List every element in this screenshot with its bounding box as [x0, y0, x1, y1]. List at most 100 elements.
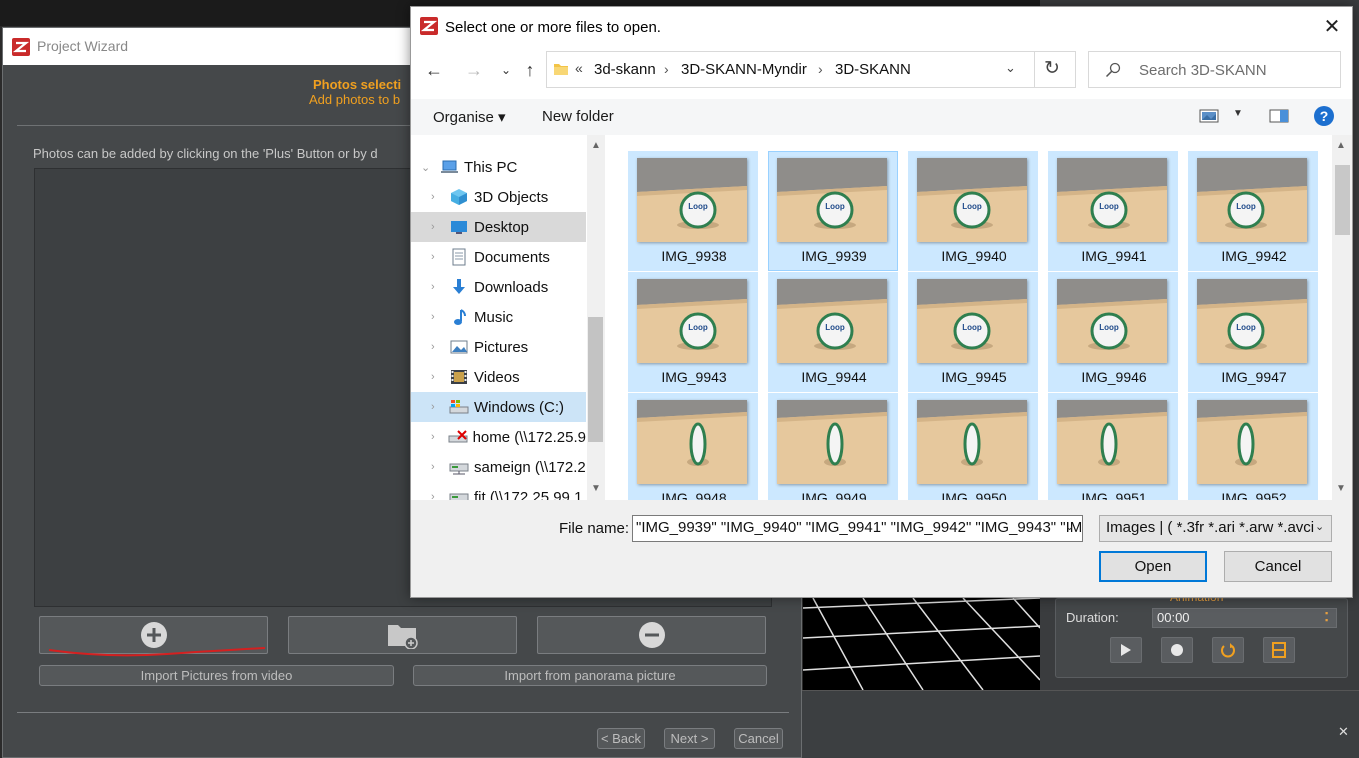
duration-spinner-icon[interactable]: ▪ ▪	[1325, 609, 1328, 625]
scroll-down-arrow-icon[interactable]: ▼	[1336, 483, 1346, 494]
forward-arrow-icon[interactable]: →	[459, 55, 489, 85]
nav-item[interactable]: › Pictures	[411, 332, 586, 362]
file-item[interactable]: Loop IMG_9938	[628, 151, 758, 271]
file-item[interactable]: IMG_9951	[1048, 393, 1178, 500]
scroll-up-arrow-icon[interactable]: ▲	[1336, 140, 1346, 151]
view-options-icon[interactable]	[1199, 108, 1219, 124]
record-button[interactable]	[1161, 637, 1193, 663]
loop-icon	[1221, 643, 1235, 658]
breadcrumb-segment[interactable]: 3d-skann	[594, 61, 656, 78]
file-item[interactable]: IMG_9949	[768, 393, 898, 500]
file-item[interactable]: IMG_9952	[1188, 393, 1318, 500]
close-icon[interactable]: ✕	[1317, 11, 1347, 41]
add-folder-button[interactable]	[288, 616, 517, 654]
remove-photos-button[interactable]	[537, 616, 766, 654]
svg-text:Loop: Loop	[825, 202, 845, 211]
dialog-title-bar: Select one or more files to open. ✕	[411, 7, 1352, 47]
chevron-right-icon[interactable]: ›	[431, 371, 445, 383]
file-name-label: IMG_9946	[1081, 369, 1147, 385]
view-dropdown-icon[interactable]: ▼	[1233, 108, 1243, 119]
play-button[interactable]	[1110, 637, 1142, 663]
import-from-panorama-button[interactable]: Import from panorama picture	[413, 665, 767, 686]
chevron-right-icon[interactable]: ›	[431, 401, 445, 413]
file-item[interactable]: Loop IMG_9940	[908, 151, 1038, 271]
chevron-right-icon[interactable]: ›	[431, 491, 445, 500]
address-dropdown-icon[interactable]: ⌄	[1005, 60, 1016, 76]
chevron-right-icon[interactable]: ›	[431, 191, 445, 203]
file-item[interactable]: IMG_9950	[908, 393, 1038, 500]
breadcrumb-separator-icon[interactable]: ›	[818, 61, 823, 77]
breadcrumb-segment[interactable]: 3D-SKANN-Myndir	[681, 61, 807, 78]
nav-item[interactable]: › Videos	[411, 362, 586, 392]
nav-item-label: Downloads	[474, 278, 549, 296]
up-arrow-icon[interactable]: ↑	[515, 55, 545, 85]
chevron-right-icon[interactable]: ›	[431, 341, 445, 353]
chevron-down-icon[interactable]: ⌄	[1065, 520, 1074, 533]
file-item[interactable]: Loop IMG_9939	[768, 151, 898, 271]
chevron-right-icon[interactable]: ›	[431, 221, 445, 233]
nav-item[interactable]: › 3D Objects	[411, 182, 586, 212]
breadcrumb-segment[interactable]: 3D-SKANN	[835, 61, 911, 78]
nav-item[interactable]: › home (\\172.25.9	[411, 422, 586, 452]
new-folder-button[interactable]: New folder	[542, 108, 614, 125]
file-type-select[interactable]: Images | ( *.3fr *.ari *.arw *.avci	[1099, 515, 1332, 542]
chevron-down-icon[interactable]: ⌄	[1315, 520, 1324, 533]
save-animation-button[interactable]	[1263, 637, 1295, 663]
file-item[interactable]: IMG_9948	[628, 393, 758, 500]
file-list-pane[interactable]: Loop IMG_9938 Loop IMG_9939 Loop IMG_9940 Loop…	[624, 135, 1332, 500]
file-item[interactable]: Loop IMG_9942	[1188, 151, 1318, 271]
preview-pane-icon[interactable]	[1269, 108, 1289, 124]
file-item[interactable]: Loop IMG_9944	[768, 272, 898, 392]
chevron-right-icon[interactable]: ›	[431, 281, 445, 293]
navigation-pane[interactable]: ⌄ This PC › 3D Objects › Desktop › Documents › Do…	[411, 135, 606, 500]
loop-button[interactable]	[1212, 637, 1244, 663]
file-thumbnail: Loop	[1057, 158, 1167, 242]
file-thumbnail: Loop	[917, 279, 1027, 363]
scroll-up-arrow-icon[interactable]: ▲	[591, 140, 601, 151]
chevron-right-icon[interactable]: ›	[431, 251, 445, 263]
nav-item[interactable]: › Music	[411, 302, 586, 332]
nav-item[interactable]: › Windows (C:)	[411, 392, 586, 422]
nav-item[interactable]: ⌄ This PC	[411, 152, 586, 182]
nav-item[interactable]: › Desktop	[411, 212, 586, 242]
chevron-down-icon[interactable]: ⌄	[421, 161, 435, 174]
navigation-scrollbar-thumb[interactable]	[588, 317, 603, 442]
back-button[interactable]: < Back	[597, 728, 645, 749]
wizard-cancel-button[interactable]: Cancel	[734, 728, 783, 749]
file-item[interactable]: Loop IMG_9943	[628, 272, 758, 392]
file-item[interactable]: Loop IMG_9945	[908, 272, 1038, 392]
back-arrow-icon[interactable]: ←	[419, 55, 449, 85]
cancel-button[interactable]: Cancel	[1224, 551, 1332, 582]
breadcrumb-overflow[interactable]: «	[575, 60, 583, 76]
nav-item[interactable]: › Documents	[411, 242, 586, 272]
chevron-right-icon[interactable]: ›	[431, 461, 445, 473]
file-name-label: IMG_9951	[1081, 490, 1147, 500]
chevron-right-icon[interactable]: ›	[431, 311, 445, 323]
file-thumbnail: Loop	[637, 158, 747, 242]
file-item[interactable]: Loop IMG_9947	[1188, 272, 1318, 392]
3d-viewport[interactable]	[803, 598, 1040, 690]
open-button[interactable]: Open	[1099, 551, 1207, 582]
refresh-icon[interactable]: ↻	[1044, 57, 1060, 80]
organise-menu-button[interactable]: Organise ▾	[433, 108, 506, 126]
nav-item[interactable]: › Downloads	[411, 272, 586, 302]
file-name-input[interactable]: "IMG_9939" "IMG_9940" "IMG_9941" "IMG_99…	[632, 515, 1083, 542]
chevron-right-icon[interactable]: ›	[431, 431, 444, 443]
duration-field[interactable]: 00:00	[1152, 608, 1337, 628]
file-item[interactable]: Loop IMG_9946	[1048, 272, 1178, 392]
help-icon[interactable]: ?	[1314, 106, 1334, 126]
background-bottom-strip	[800, 690, 1359, 758]
breadcrumb-separator-icon[interactable]: ›	[664, 61, 669, 77]
search-input[interactable]: Search 3D-SKANN	[1088, 51, 1341, 88]
scroll-down-arrow-icon[interactable]: ▼	[591, 483, 601, 494]
play-icon	[1121, 644, 1131, 656]
next-button[interactable]: Next >	[664, 728, 715, 749]
file-list-scrollbar-thumb[interactable]	[1335, 165, 1350, 235]
import-from-video-button[interactable]: Import Pictures from video	[39, 665, 394, 686]
nav-item[interactable]: › sameign (\\172.2	[411, 452, 586, 482]
file-item[interactable]: Loop IMG_9941	[1048, 151, 1178, 271]
address-bar[interactable]: « 3d-skann › 3D-SKANN-Myndir › 3D-SKANN …	[546, 51, 1076, 88]
panel-close-icon[interactable]: ✕	[1338, 724, 1349, 740]
nav-item[interactable]: › fit (\\172.25.99.1	[411, 482, 586, 500]
videos-icon	[449, 368, 469, 386]
